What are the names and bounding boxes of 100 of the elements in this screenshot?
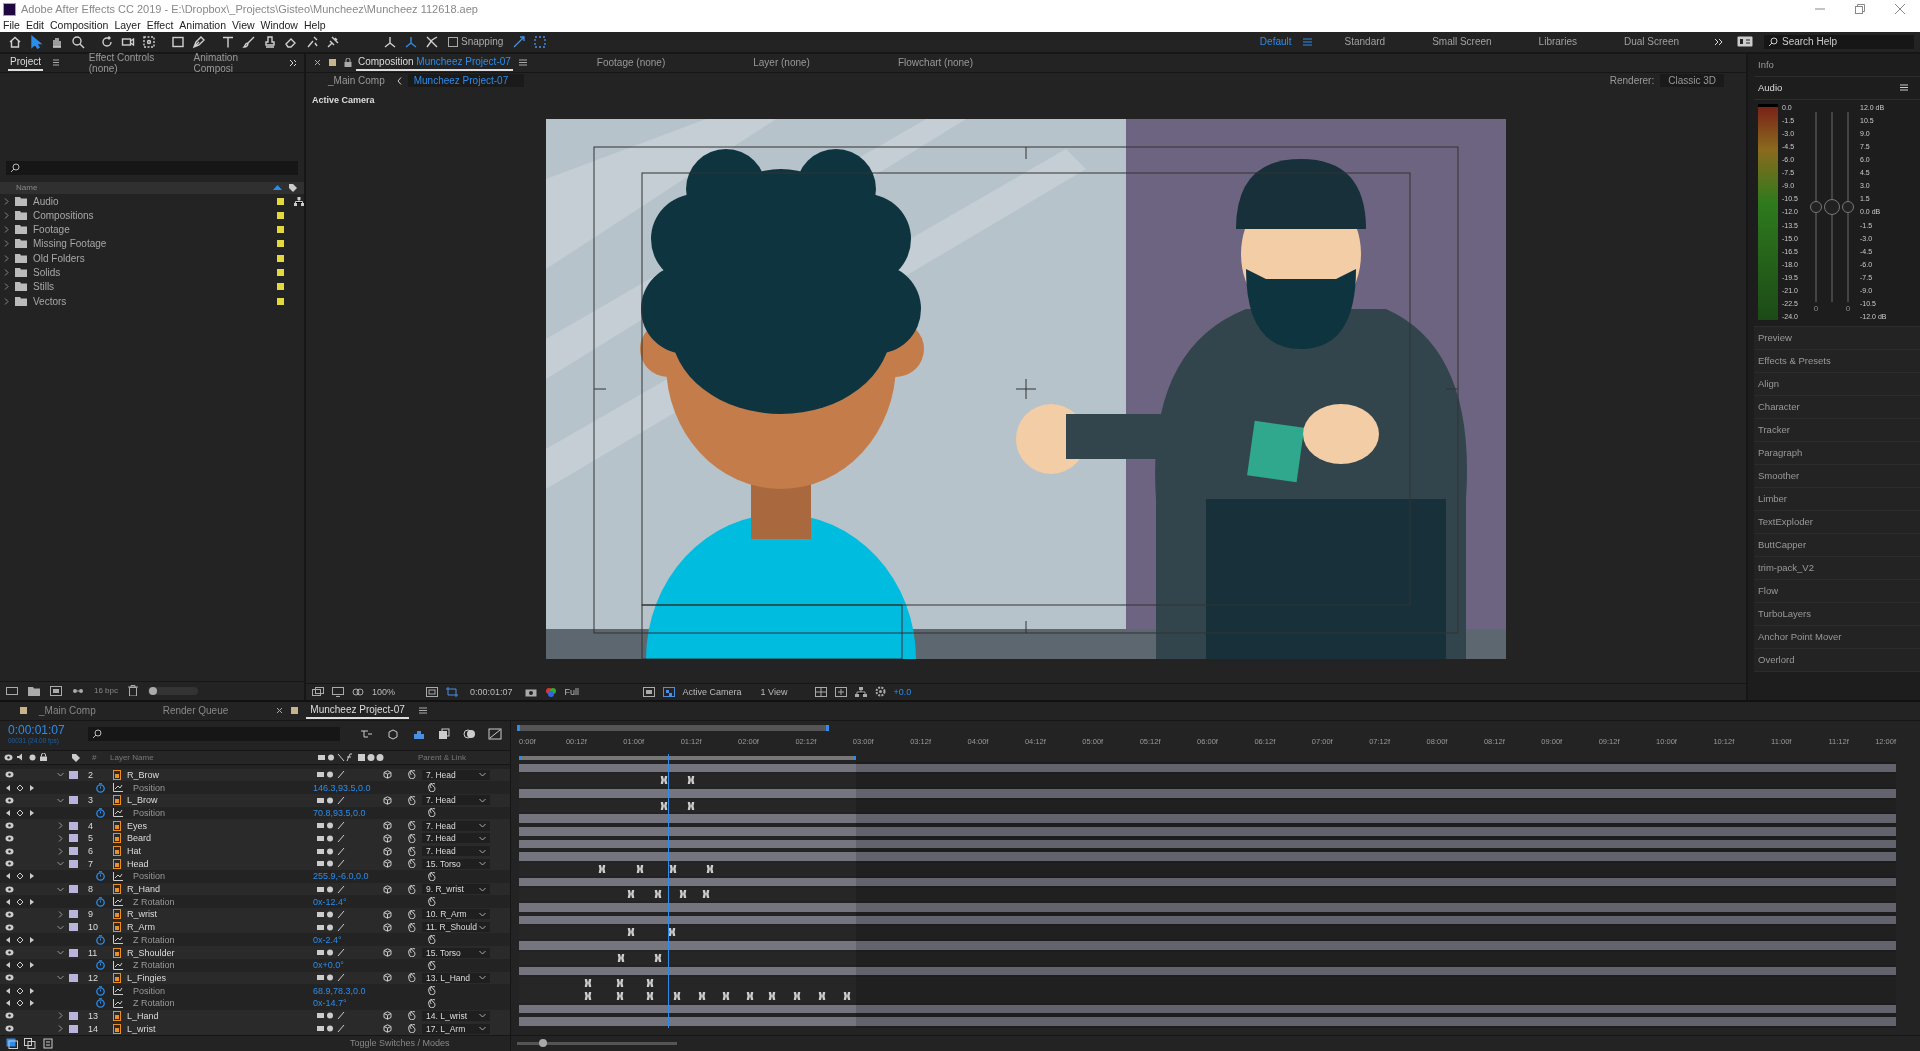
layer-duration-bar[interactable] xyxy=(519,1004,1896,1014)
panel-header[interactable]: Align xyxy=(1754,372,1920,396)
graph-editor-icon[interactable] xyxy=(488,727,502,740)
eye-icon[interactable] xyxy=(5,1025,14,1033)
camera-dropdown[interactable]: Active Camera xyxy=(682,686,753,697)
panel-tab[interactable]: Effect Controls (none) xyxy=(86,49,160,76)
parent-dropdown[interactable]: 7. Head xyxy=(422,769,490,780)
parent-dropdown[interactable]: 9. R_wrist xyxy=(422,884,490,895)
menu-item[interactable]: Layer xyxy=(114,19,141,32)
eye-icon[interactable] xyxy=(4,753,13,761)
cube-icon[interactable] xyxy=(383,795,392,805)
monitor-icon[interactable] xyxy=(332,686,344,697)
workspace-tab[interactable]: Libraries xyxy=(1516,36,1599,48)
layer-name[interactable]: R_Arm xyxy=(127,922,307,933)
motion-blur-icon[interactable] xyxy=(462,727,477,740)
cube-icon[interactable] xyxy=(383,859,392,869)
slider-thumb[interactable] xyxy=(1842,200,1854,213)
parent-dropdown[interactable]: 7. Head xyxy=(422,820,490,831)
keyframe-icon[interactable] xyxy=(616,991,623,1000)
pick-whip-icon[interactable] xyxy=(427,783,436,793)
label-swatch[interactable] xyxy=(69,910,78,919)
renderer-button[interactable]: Classic 3D xyxy=(1660,74,1724,88)
crop-icon[interactable] xyxy=(446,686,458,697)
layer-duration-bar[interactable] xyxy=(519,763,1896,773)
mask-icon[interactable] xyxy=(352,686,364,697)
keyframe-icon[interactable] xyxy=(584,979,592,988)
stopwatch-icon[interactable] xyxy=(96,998,105,1009)
keyframe-icon[interactable] xyxy=(687,776,695,785)
eye-icon[interactable] xyxy=(5,822,14,830)
menu-icon[interactable] xyxy=(53,59,59,67)
panel-tab[interactable]: Animation Composi xyxy=(191,49,257,76)
parent-dropdown[interactable]: 17. L_Arm xyxy=(422,1023,490,1034)
stopwatch-icon[interactable] xyxy=(96,896,105,907)
keyframe-icon[interactable] xyxy=(687,801,695,810)
work-area-bar[interactable] xyxy=(519,755,857,760)
layer-name[interactable]: R_Brow xyxy=(127,769,307,780)
layer-name[interactable]: L_wrist xyxy=(127,1023,307,1034)
panel-header[interactable]: Smoother xyxy=(1754,464,1920,488)
keyframe-icon[interactable] xyxy=(654,890,662,899)
keyframe-navigator-icon[interactable] xyxy=(6,961,34,970)
panel-header[interactable]: TurboLayers xyxy=(1754,602,1920,626)
timeline-tab[interactable]: Muncheez Project-07 xyxy=(306,702,409,720)
stopwatch-icon[interactable] xyxy=(96,807,105,818)
parent-dropdown[interactable]: 7. Head xyxy=(422,846,490,856)
folder-name[interactable]: Missing Footage xyxy=(33,238,271,250)
lock-icon[interactable] xyxy=(344,58,352,68)
keyframe-icon[interactable] xyxy=(636,865,644,874)
comp-settings-icon[interactable] xyxy=(6,1038,18,1049)
panel-header[interactable]: Tracker xyxy=(1754,418,1920,442)
graph-icon[interactable] xyxy=(113,783,123,793)
eye-icon[interactable] xyxy=(5,771,14,779)
layer-name[interactable]: L_Brow xyxy=(127,795,307,806)
cube-icon[interactable] xyxy=(383,884,392,894)
timecode-field[interactable]: 0:00:01:07 xyxy=(466,686,517,697)
speaker-icon[interactable] xyxy=(17,753,25,762)
panel-header[interactable]: Effects & Presets xyxy=(1754,349,1920,373)
timeline-tab[interactable]: Render Queue xyxy=(158,703,233,719)
column-header[interactable]: Layer Name xyxy=(110,752,310,762)
new-composition-icon[interactable] xyxy=(50,685,62,696)
eye-icon[interactable] xyxy=(5,796,14,804)
menu-icon[interactable] xyxy=(518,59,527,67)
keyframe-navigator-icon[interactable] xyxy=(6,897,34,906)
workspace-tab[interactable]: Default xyxy=(1237,36,1300,48)
pick-whip-icon[interactable] xyxy=(407,770,416,780)
resolution-dropdown[interactable]: Full xyxy=(564,686,635,697)
keyframe-navigator-icon[interactable] xyxy=(6,935,34,944)
parent-dropdown[interactable]: 15. Torso xyxy=(422,858,490,869)
audio-panel-title[interactable]: Audio xyxy=(1758,82,1783,94)
pick-whip-icon[interactable] xyxy=(407,973,416,983)
keyframe-icon[interactable] xyxy=(746,991,754,1000)
folder-name[interactable]: Audio xyxy=(33,195,271,207)
layer-name[interactable]: Head xyxy=(127,858,307,869)
cube-icon[interactable] xyxy=(383,846,392,856)
keyframe-icon[interactable] xyxy=(722,991,730,1000)
parent-dropdown[interactable]: 7. Head xyxy=(422,795,490,806)
panel-tab[interactable]: Flowchart (none) xyxy=(895,55,975,71)
label-tag-icon[interactable] xyxy=(71,752,80,762)
layer-name[interactable]: Hat xyxy=(127,846,307,856)
layer-name[interactable]: R_Hand xyxy=(127,884,307,895)
panel-header[interactable]: Anchor Point Mover xyxy=(1754,625,1920,649)
keyframe-icon[interactable] xyxy=(616,979,623,988)
label-swatch[interactable] xyxy=(69,770,78,779)
menu-icon[interactable] xyxy=(1900,84,1908,92)
graph-icon[interactable] xyxy=(113,998,123,1008)
stopwatch-icon[interactable] xyxy=(96,960,105,971)
composition-flowchart-icon[interactable] xyxy=(360,727,375,740)
keyframe-icon[interactable] xyxy=(598,865,606,874)
folder-name[interactable]: Stills xyxy=(33,281,271,293)
current-time-display[interactable]: 0:00:01:07 xyxy=(8,723,76,738)
label-swatch[interactable] xyxy=(69,973,78,982)
layer-name[interactable]: Eyes xyxy=(127,820,307,831)
zoom-icon[interactable] xyxy=(69,33,87,50)
interpret-footage-icon[interactable] xyxy=(6,685,18,696)
keyframe-icon[interactable] xyxy=(660,776,668,785)
settings-icon[interactable] xyxy=(874,686,886,698)
menu-icon[interactable] xyxy=(418,707,427,715)
keyframe-icon[interactable] xyxy=(706,865,714,874)
keyframe-navigator-icon[interactable] xyxy=(6,872,34,881)
workspace-tab[interactable]: Standard xyxy=(1322,36,1408,48)
pick-whip-icon[interactable] xyxy=(407,948,416,957)
